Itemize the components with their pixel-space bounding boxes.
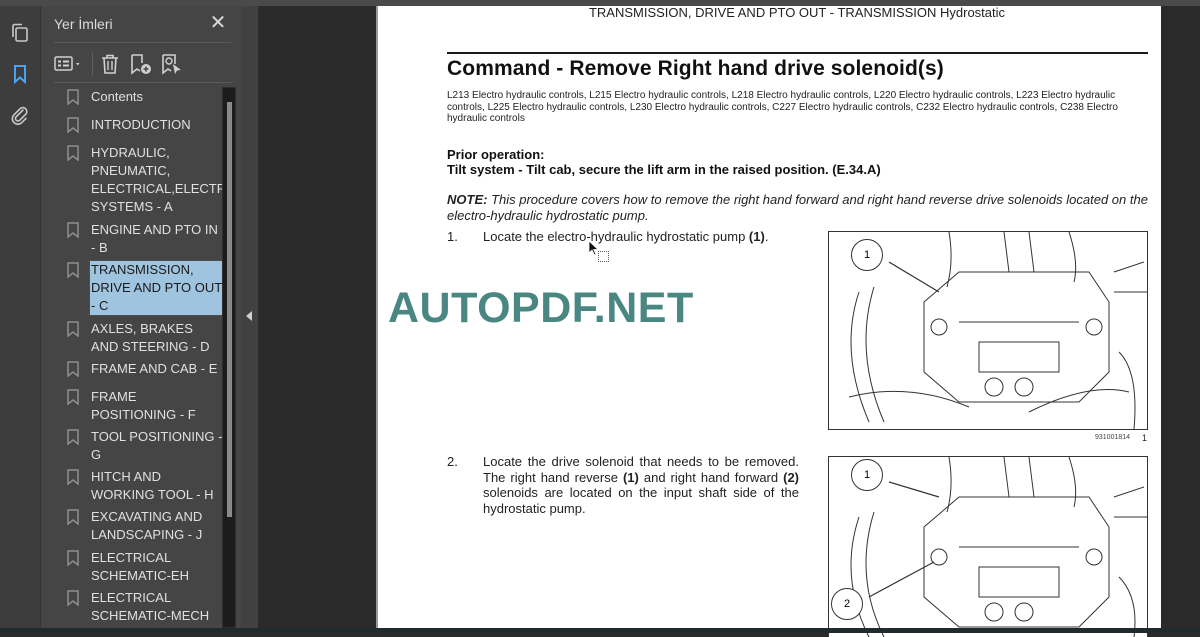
selection-marquee — [598, 251, 609, 262]
right-gutter — [1161, 6, 1200, 628]
bookmark-label: AXLES, BRAKES AND STEERING - D — [91, 321, 210, 354]
bookmark-icon — [67, 429, 79, 446]
bookmark-icon — [67, 361, 79, 378]
step-1-text: Locate the electro-hydraulic hydrostatic… — [483, 229, 803, 245]
bookmarks-icon[interactable] — [9, 63, 31, 85]
scrollbar-thumb[interactable] — [227, 102, 232, 517]
bookmark-item[interactable]: HYDRAULIC, PNEUMATIC, ELECTRICAL,ELECTRO… — [54, 144, 222, 216]
prior-operation-label: Prior operation: — [447, 147, 545, 162]
find-current-bookmark-button[interactable] — [160, 52, 184, 76]
divider — [54, 42, 231, 43]
bookmark-item[interactable]: HITCH AND WORKING TOOL - H — [54, 468, 222, 504]
step-text-part: solenoids are located on the input shaft… — [483, 485, 799, 516]
prior-operation-text: Tilt system - Tilt cab, secure the lift … — [447, 162, 829, 177]
document-title: Command - Remove Right hand drive soleno… — [447, 57, 944, 80]
divider — [54, 82, 231, 83]
bookmark-icon — [67, 389, 79, 406]
bookmark-icon — [67, 89, 79, 106]
bookmark-item[interactable]: ELECTRICAL SCHEMATIC-EH — [54, 549, 222, 585]
bookmark-icon — [67, 321, 79, 338]
close-panel-button[interactable]: ✕ — [208, 12, 228, 34]
step-text-part: and right hand forward — [638, 469, 784, 485]
bookmark-label: ELECTRICAL SCHEMATIC-MECH — [91, 590, 210, 623]
bookmark-item[interactable]: INTRODUCTION — [54, 116, 222, 134]
bookmark-item[interactable]: ENGINE AND PTO IN - B — [54, 221, 222, 257]
bookmark-item[interactable]: AXLES, BRAKES AND STEERING - D — [54, 320, 222, 356]
add-bookmark-icon — [131, 54, 151, 75]
bookmark-label: EXCAVATING AND LANDSCAPING - J — [91, 509, 203, 542]
bookmark-label: FRAME POSITIONING - F — [91, 389, 196, 422]
callout-circle: 2 — [831, 588, 863, 620]
page-thumbnails-icon[interactable] — [9, 22, 31, 44]
find-current-bookmark-icon — [162, 54, 181, 75]
note-text: This procedure covers how to remove the … — [447, 192, 1148, 223]
step-1-number: 1. — [447, 229, 458, 244]
bookmark-item[interactable]: FRAME POSITIONING - F — [54, 388, 222, 424]
bookmark-icon — [67, 262, 79, 279]
bookmark-label: Contents — [91, 89, 144, 104]
bookmark-label: INTRODUCTION — [91, 117, 191, 132]
bookmark-icon — [67, 469, 79, 486]
callout-ref: (1) — [748, 229, 765, 244]
step-text-part: . — [764, 229, 769, 244]
running-header: TRANSMISSION, DRIVE AND PTO OUT - TRANSM… — [588, 5, 1006, 20]
bookmark-label: TRANSMISSION, DRIVE AND PTO OUT - C — [89, 260, 222, 316]
step-2-text: Locate the drive solenoid that needs to … — [483, 454, 799, 516]
navigation-rail — [0, 6, 41, 628]
page-edge — [376, 6, 378, 628]
bookmark-icon — [67, 509, 79, 526]
prior-operation-ref[interactable]: (E.34.A) — [832, 162, 880, 177]
options-menu-button[interactable] — [54, 52, 86, 76]
bookmark-item[interactable]: TRANSMISSION, DRIVE AND PTO OUT - C — [54, 260, 222, 316]
callout-circle: 1 — [851, 459, 883, 491]
bookmark-label: FRAME AND CAB - E — [91, 361, 218, 376]
bookmark-item[interactable]: FRAME AND CAB - E — [54, 360, 222, 378]
bookmark-icon — [67, 145, 79, 162]
bookmark-item[interactable]: Contents — [54, 88, 222, 106]
bookmark-scrollbar[interactable] — [222, 87, 236, 628]
bookmark-icon — [67, 222, 79, 239]
bookmark-item[interactable]: EXCAVATING AND LANDSCAPING - J — [54, 508, 222, 544]
watermark: AUTOPDF.NET — [388, 284, 694, 332]
callout-circle: 1 — [851, 239, 883, 271]
note-label: NOTE: — [447, 192, 488, 207]
bookmark-icon — [67, 590, 79, 607]
title-rule — [447, 52, 1148, 54]
bookmark-item[interactable]: ELECTRICAL SCHEMATIC-MECH — [54, 589, 222, 625]
panel-title: Yer İmleri — [54, 16, 113, 32]
bookmark-list: Contents INTRODUCTION HYDRAULIC, PNEUMATIC… — [54, 88, 222, 628]
step-2-number: 2. — [447, 454, 458, 469]
options-menu-icon — [54, 56, 80, 71]
toolbar-divider — [92, 52, 93, 76]
bookmark-icon — [67, 550, 79, 567]
attachments-icon[interactable] — [9, 104, 31, 126]
note: NOTE: This procedure covers how to remov… — [447, 192, 1152, 224]
delete-bookmark-button[interactable] — [99, 52, 121, 76]
bookmark-label: ENGINE AND PTO IN - B — [91, 222, 218, 255]
bookmark-label: TOOL POSITIONING - G — [91, 429, 222, 462]
figure-number: 1 — [1142, 433, 1148, 443]
bookmark-item[interactable]: TOOL POSITIONING - G — [54, 428, 222, 464]
bookmark-icon — [67, 117, 79, 134]
bookmark-label: ELECTRICAL SCHEMATIC-EH — [91, 550, 189, 583]
prior-operation: Tilt system - Tilt cab, secure the lift … — [447, 162, 881, 177]
applicable-models: L213 Electro hydraulic controls, L215 El… — [447, 90, 1118, 124]
bookmark-label: HITCH AND WORKING TOOL - H — [91, 469, 214, 502]
step-text-part: Locate the electro-hydraulic hydrostatic… — [483, 229, 749, 244]
figure-1-pump-illustration: 1 — [828, 231, 1148, 430]
delete-bookmark-icon — [102, 54, 118, 74]
callout-ref: (2) — [783, 469, 800, 485]
taskbar-strip — [0, 628, 1200, 633]
callout-ref: (1) — [622, 469, 639, 485]
bookmark-label: HYDRAULIC, PNEUMATIC, ELECTRICAL,ELECTRO… — [91, 145, 222, 214]
figure-code: 931001814 — [1095, 434, 1131, 441]
figure-2-solenoid-illustration: 1 2 — [828, 456, 1148, 637]
collapse-panel-arrow-icon[interactable] — [246, 311, 252, 321]
add-bookmark-button[interactable] — [129, 52, 153, 76]
